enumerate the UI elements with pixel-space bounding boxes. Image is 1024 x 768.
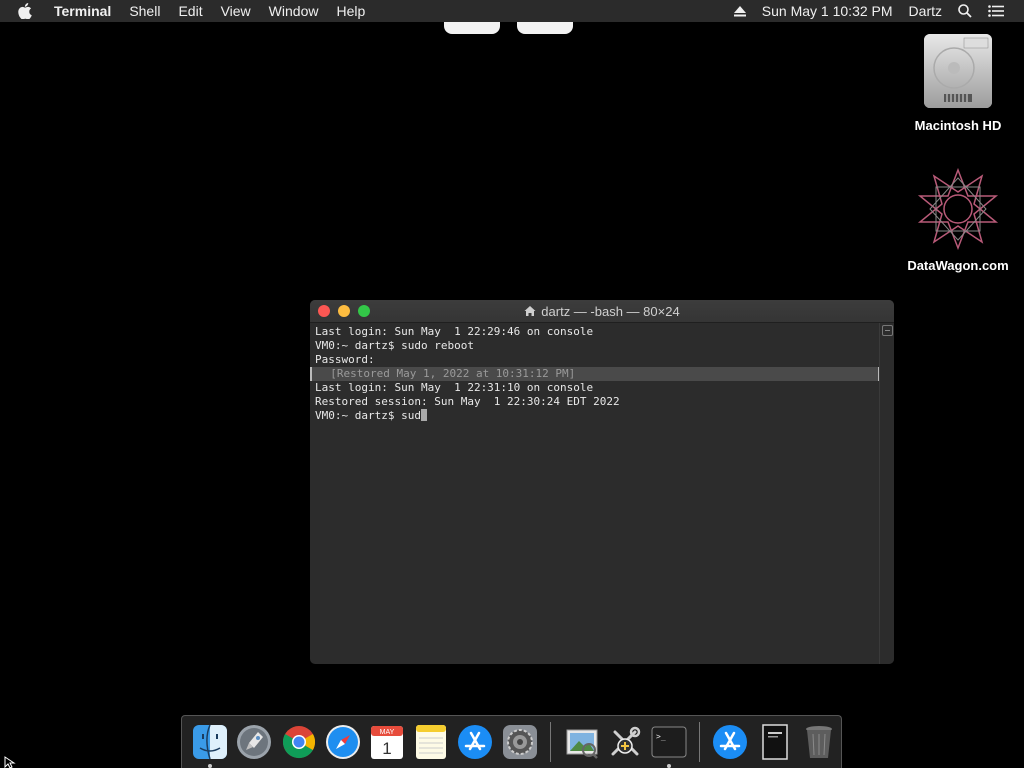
terminal-line: Password: xyxy=(315,353,375,366)
terminal-prompt-text: VM0:~ dartz$ sud xyxy=(315,409,421,422)
text-cursor xyxy=(420,409,427,421)
document-icon[interactable] xyxy=(757,723,793,761)
terminal-line: Last login: Sun May 1 22:29:46 on consol… xyxy=(315,325,594,338)
terminal-line: VM0:~ dartz$ sudo reboot xyxy=(315,339,474,352)
terminal-line: Last login: Sun May 1 22:31:10 on consol… xyxy=(315,381,594,394)
menu-clock[interactable]: Sun May 1 10:32 PM xyxy=(754,0,901,22)
spotlight-search-icon[interactable] xyxy=(950,4,980,18)
menu-view[interactable]: View xyxy=(212,0,260,22)
menu-user[interactable]: Dartz xyxy=(901,0,950,22)
eject-icon[interactable] xyxy=(726,5,754,17)
menu-shell[interactable]: Shell xyxy=(120,0,169,22)
terminal-title-bar[interactable]: dartz — -bash — 80×24 xyxy=(310,300,894,323)
menu-app-name[interactable]: Terminal xyxy=(54,0,120,22)
trash-icon[interactable] xyxy=(801,723,837,761)
desktop-icon-datawagon[interactable]: DataWagon.com xyxy=(898,168,1018,273)
terminal-icon[interactable]: >_ xyxy=(651,723,687,768)
calendar-month-text: MAY xyxy=(380,729,395,736)
calendar-icon[interactable]: MAY 1 xyxy=(369,723,405,761)
notes-icon[interactable] xyxy=(413,723,449,761)
preview-icon[interactable] xyxy=(563,723,599,761)
finder-icon[interactable] xyxy=(192,723,228,768)
apple-menu-icon[interactable] xyxy=(18,3,36,19)
utilities-icon[interactable] xyxy=(607,723,643,761)
desktop-icon-macintosh-hd[interactable]: Macintosh HD xyxy=(898,32,1018,133)
close-button[interactable] xyxy=(318,305,330,317)
app-store-downloads-icon[interactable] xyxy=(712,723,748,761)
launchpad-icon[interactable] xyxy=(236,723,272,761)
dock: MAY 1 >_ xyxy=(181,715,842,768)
background-glow-left xyxy=(444,22,500,34)
scrollbar-toggle-icon[interactable] xyxy=(881,325,893,336)
dock-separator xyxy=(549,722,551,762)
calendar-day-text: 1 xyxy=(382,739,391,758)
background-glow-right xyxy=(517,22,573,34)
hard-drive-icon xyxy=(924,34,992,108)
terminal-icon-prompt: >_ xyxy=(656,732,666,741)
restored-session-marker: [Restored May 1, 2022 at 10:31:12 PM] xyxy=(310,367,880,381)
mouse-pointer-icon xyxy=(4,756,16,768)
home-folder-icon xyxy=(524,305,536,317)
safari-icon[interactable] xyxy=(325,723,361,761)
dock-separator xyxy=(699,722,701,762)
system-preferences-icon[interactable] xyxy=(502,723,538,761)
geometric-star-icon xyxy=(917,168,999,250)
menu-bar: Terminal Shell Edit View Window Help Sun… xyxy=(0,0,1024,22)
app-store-icon[interactable] xyxy=(457,723,493,761)
terminal-window[interactable]: dartz — -bash — 80×24 Last login: Sun Ma… xyxy=(310,300,894,664)
notification-center-icon[interactable] xyxy=(980,5,1012,17)
menu-edit[interactable]: Edit xyxy=(169,0,211,22)
zoom-button[interactable] xyxy=(358,305,370,317)
terminal-content[interactable]: Last login: Sun May 1 22:29:46 on consol… xyxy=(310,323,880,664)
chrome-icon[interactable] xyxy=(280,723,316,761)
terminal-title: dartz — -bash — 80×24 xyxy=(541,303,680,319)
desktop-icon-label: DataWagon.com xyxy=(907,258,1009,273)
terminal-scrollbar[interactable] xyxy=(879,323,894,664)
minimize-button[interactable] xyxy=(338,305,350,317)
desktop-icon-label: Macintosh HD xyxy=(914,118,1002,133)
menu-help[interactable]: Help xyxy=(327,0,374,22)
menu-extras: Sun May 1 10:32 PM Dartz xyxy=(726,0,1012,22)
menu-window[interactable]: Window xyxy=(260,0,328,22)
terminal-prompt-line[interactable]: VM0:~ dartz$ sud xyxy=(315,409,875,423)
terminal-line: Restored session: Sun May 1 22:30:24 EDT… xyxy=(315,395,620,408)
